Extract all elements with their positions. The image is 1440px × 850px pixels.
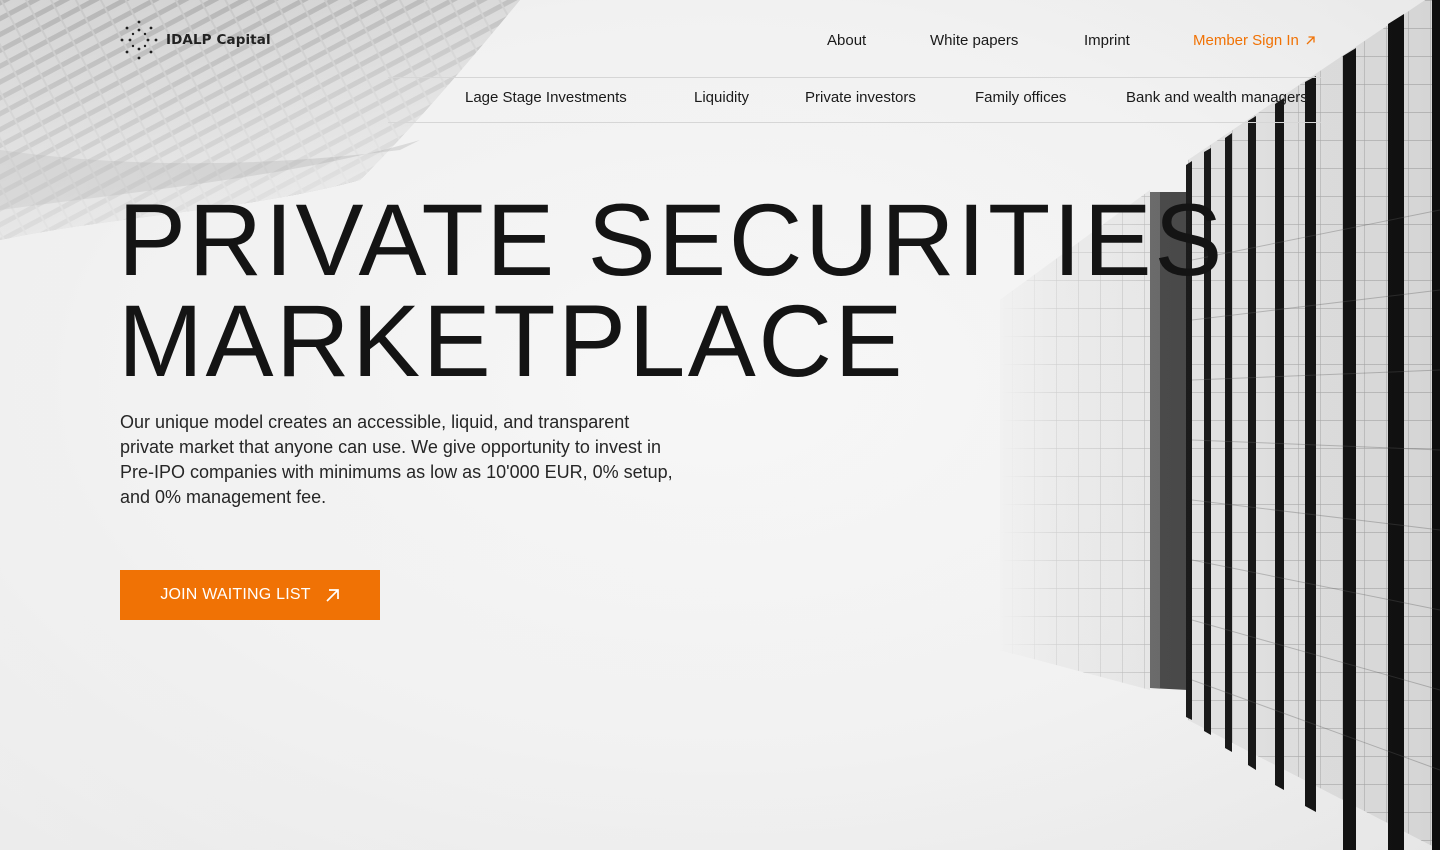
join-waiting-list-button[interactable]: JOIN WAITING LIST [120,570,380,620]
hero-description: Our unique model creates an accessible, … [120,412,673,507]
join-waiting-list-label: JOIN WAITING LIST [160,586,311,603]
subnav-link-family-offices[interactable]: Family offices [975,89,1066,106]
nav-divider-bottom [388,122,1321,123]
arrow-up-right-icon [1306,36,1315,45]
nav-link-white-papers[interactable]: White papers [930,32,1018,49]
subnav-link-private-investors[interactable]: Private investors [805,89,916,106]
subnav-link-late-stage-investments[interactable]: Lage Stage Investments [465,89,627,106]
nav-divider-top [388,77,1321,78]
nav-link-about[interactable]: About [827,32,866,49]
arrow-up-right-icon [326,588,339,602]
member-sign-in-label: Member Sign In [1193,32,1299,49]
member-sign-in-link[interactable]: Member Sign In [1193,32,1316,49]
hero-title-line-1: PRIVATE SECURITIES [118,183,1225,297]
subnav-link-bank-wealth-managers[interactable]: Bank and wealth managers [1126,89,1308,106]
hero-title-line-2: MARKETPLACE [118,284,906,398]
primary-nav: About White papers Imprint Member Sign I… [0,32,1322,52]
subnav-link-liquidity[interactable]: Liquidity [694,89,749,106]
hero-title: PRIVATE SECURITIES MARKETPLACE [118,183,1225,398]
secondary-nav: Lage Stage Investments Liquidity Private… [0,89,1440,109]
nav-link-imprint[interactable]: Imprint [1084,32,1130,49]
